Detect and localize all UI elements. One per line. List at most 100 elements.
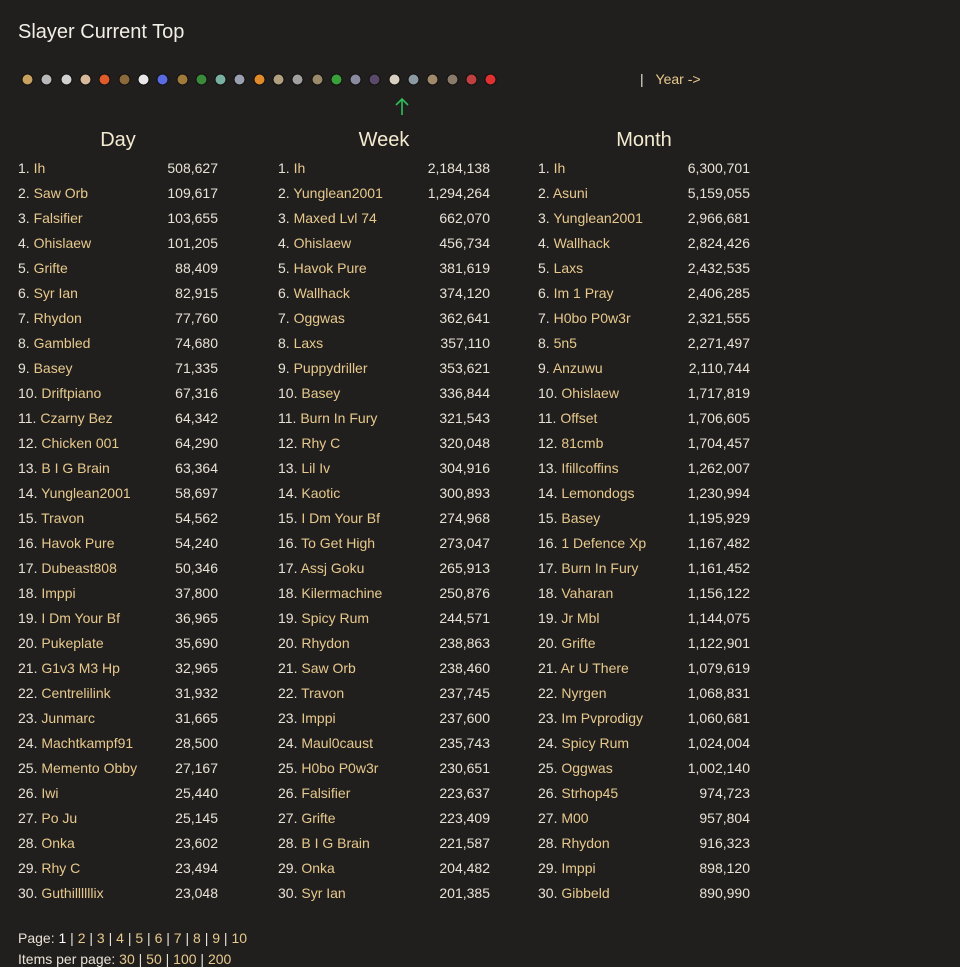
page-link[interactable]: 3: [97, 930, 105, 946]
player-name-link[interactable]: Im Pvprodigy: [561, 710, 643, 726]
player-name-link[interactable]: Chicken 001: [41, 435, 119, 451]
ranged-icon[interactable]: [114, 70, 133, 89]
player-name-link[interactable]: Spicy Rum: [561, 735, 629, 751]
player-name-link[interactable]: B I G Brain: [41, 460, 109, 476]
player-name-link[interactable]: Po Ju: [41, 810, 77, 826]
farming-icon[interactable]: [404, 70, 423, 89]
player-name-link[interactable]: Im 1 Pray: [554, 285, 614, 301]
player-name-link[interactable]: Puppydriller: [294, 360, 368, 376]
attack-icon[interactable]: [37, 70, 56, 89]
player-name-link[interactable]: Imppi: [41, 585, 75, 601]
player-name-link[interactable]: Havok Pure: [41, 535, 114, 551]
page-link[interactable]: 5: [135, 930, 143, 946]
agility-icon[interactable]: [346, 70, 365, 89]
player-name-link[interactable]: Ohislaew: [34, 235, 92, 251]
mining-icon[interactable]: [307, 70, 326, 89]
player-name-link[interactable]: Nyrgen: [561, 685, 606, 701]
ehp-icon[interactable]: [481, 70, 500, 89]
player-name-link[interactable]: 5n5: [554, 335, 577, 351]
player-name-link[interactable]: Rhydon: [34, 310, 82, 326]
player-name-link[interactable]: Travon: [41, 510, 84, 526]
player-name-link[interactable]: Lemondogs: [561, 485, 634, 501]
player-name-link[interactable]: H0bo P0w3r: [554, 310, 631, 326]
player-name-link[interactable]: Travon: [301, 685, 344, 701]
player-name-link[interactable]: H0bo P0w3r: [301, 760, 378, 776]
page-link[interactable]: 6: [155, 930, 163, 946]
player-name-link[interactable]: I Dm Your Bf: [41, 610, 120, 626]
magic-icon[interactable]: [153, 70, 172, 89]
player-name-link[interactable]: Falsifier: [34, 210, 83, 226]
player-name-link[interactable]: Havok Pure: [294, 260, 367, 276]
player-name-link[interactable]: Ih: [34, 160, 46, 176]
fishing-icon[interactable]: [230, 70, 249, 89]
player-name-link[interactable]: Asuni: [553, 185, 588, 201]
prayer-icon[interactable]: [134, 70, 153, 89]
woodcutting-icon[interactable]: [192, 70, 211, 89]
player-name-link[interactable]: Onka: [301, 860, 334, 876]
player-name-link[interactable]: Burn In Fury: [561, 560, 638, 576]
player-name-link[interactable]: Rhydon: [561, 835, 609, 851]
player-name-link[interactable]: Driftpiano: [41, 385, 101, 401]
items-per-page-link[interactable]: 30: [119, 951, 135, 967]
player-name-link[interactable]: Grifte: [34, 260, 68, 276]
player-name-link[interactable]: Laxs: [554, 260, 584, 276]
player-name-link[interactable]: Basey: [561, 510, 600, 526]
player-name-link[interactable]: Rhy C: [301, 435, 340, 451]
player-name-link[interactable]: Pukeplate: [41, 635, 103, 651]
player-name-link[interactable]: Strhop45: [561, 785, 618, 801]
firemaking-icon[interactable]: [250, 70, 269, 89]
player-name-link[interactable]: To Get High: [301, 535, 375, 551]
player-name-link[interactable]: Anzuwu: [553, 360, 603, 376]
herblore-icon[interactable]: [327, 70, 346, 89]
player-name-link[interactable]: Vaharan: [561, 585, 613, 601]
player-name-link[interactable]: Grifte: [301, 810, 335, 826]
player-name-link[interactable]: Maxed Lvl 74: [294, 210, 377, 226]
year-link[interactable]: Year ->: [656, 71, 701, 87]
player-name-link[interactable]: Ohislaew: [561, 385, 619, 401]
runecraft-icon[interactable]: [423, 70, 442, 89]
player-name-link[interactable]: Onka: [41, 835, 74, 851]
player-name-link[interactable]: Ih: [554, 160, 566, 176]
player-name-link[interactable]: Spicy Rum: [301, 610, 369, 626]
player-name-link[interactable]: Imppi: [561, 860, 595, 876]
player-name-link[interactable]: Offset: [560, 410, 597, 426]
thieving-icon[interactable]: [365, 70, 384, 89]
items-per-page-link[interactable]: 100: [173, 951, 196, 967]
page-link[interactable]: 7: [174, 930, 182, 946]
player-name-link[interactable]: Syr Ian: [301, 885, 345, 901]
player-name-link[interactable]: Wallhack: [294, 285, 350, 301]
items-per-page-link[interactable]: 200: [208, 951, 231, 967]
player-name-link[interactable]: Syr Ian: [34, 285, 78, 301]
player-name-link[interactable]: Kaotic: [301, 485, 340, 501]
strength-icon[interactable]: [76, 70, 95, 89]
smithing-icon[interactable]: [288, 70, 307, 89]
player-name-link[interactable]: Oggwas: [561, 760, 612, 776]
player-name-link[interactable]: Ifillcoffins: [561, 460, 618, 476]
player-name-link[interactable]: Saw Orb: [34, 185, 88, 201]
player-name-link[interactable]: I Dm Your Bf: [301, 510, 380, 526]
page-link[interactable]: 10: [231, 930, 247, 946]
player-name-link[interactable]: Kilermachine: [301, 585, 382, 601]
player-name-link[interactable]: 81cmb: [561, 435, 603, 451]
player-name-link[interactable]: Laxs: [294, 335, 324, 351]
player-name-link[interactable]: Wallhack: [554, 235, 610, 251]
player-name-link[interactable]: Gambled: [34, 335, 91, 351]
player-name-link[interactable]: Saw Orb: [301, 660, 355, 676]
player-name-link[interactable]: Czarny Bez: [40, 410, 112, 426]
player-name-link[interactable]: Yunglean2001: [553, 210, 643, 226]
player-name-link[interactable]: Rhy C: [41, 860, 80, 876]
player-name-link[interactable]: Ih: [294, 160, 306, 176]
crafting-icon[interactable]: [269, 70, 288, 89]
player-name-link[interactable]: Basey: [301, 385, 340, 401]
player-name-link[interactable]: Maul0caust: [301, 735, 373, 751]
player-name-link[interactable]: Oggwas: [294, 310, 345, 326]
player-name-link[interactable]: Guthillllllix: [41, 885, 103, 901]
hitpoints-icon[interactable]: [95, 70, 114, 89]
player-name-link[interactable]: Assj Goku: [301, 560, 365, 576]
player-name-link[interactable]: Iwi: [41, 785, 58, 801]
page-link[interactable]: 2: [78, 930, 86, 946]
player-name-link[interactable]: Junmarc: [41, 710, 95, 726]
cooking-icon[interactable]: [172, 70, 191, 89]
player-name-link[interactable]: Centrelilink: [41, 685, 110, 701]
page-link[interactable]: 9: [212, 930, 220, 946]
